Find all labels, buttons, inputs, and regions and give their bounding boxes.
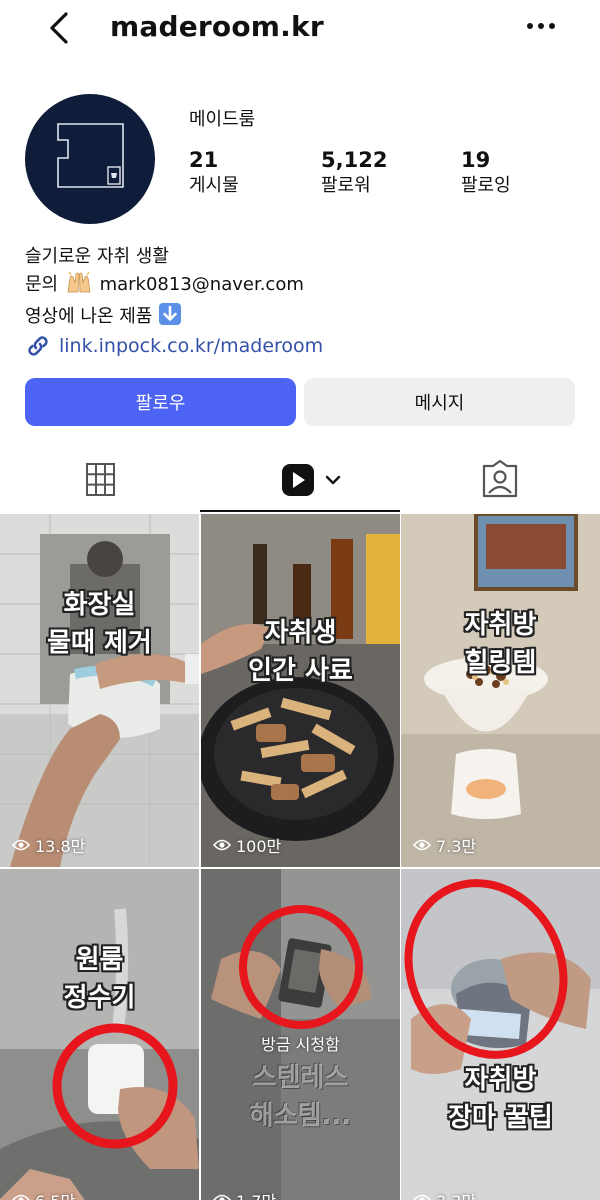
profile-link-text[interactable]: link.inpock.co.kr/maderoom (59, 335, 323, 357)
reel-thumbnail (401, 869, 600, 1200)
link-icon (28, 336, 48, 356)
reel-thumbnail (0, 514, 199, 867)
tagged-person-icon (482, 459, 518, 498)
reel-tile[interactable]: 화장실 물때 제거 13.8만 (0, 514, 199, 867)
reels-play-icon (282, 464, 341, 496)
back-button[interactable] (40, 8, 80, 48)
view-count-value: 3.3만 (436, 1188, 476, 1200)
reel-caption: 자취생 인간 사료 (248, 618, 353, 686)
profile-handle: maderoom.kr (110, 10, 324, 43)
reel-tile[interactable]: 원룸 정수기 6.5만 (0, 869, 199, 1200)
top-bar: maderoom.kr (0, 0, 600, 60)
following-count: 19 (461, 148, 491, 172)
view-count-value: 13.8만 (35, 837, 86, 856)
grid-icon (86, 463, 115, 496)
view-count: 13.8만 (12, 833, 85, 857)
view-count-value: 1.7만 (236, 1188, 276, 1200)
message-button[interactable]: 메시지 (304, 378, 575, 426)
chevron-left-icon (50, 12, 68, 44)
bio-line-2: 문의 mark0813@naver.com (25, 270, 304, 302)
view-count: 7.3만 (413, 833, 476, 857)
following-stat[interactable]: 19 팔로잉 (461, 147, 511, 199)
reel-caption: 자취방 힐링템 (464, 610, 537, 678)
tab-reels[interactable] (200, 448, 400, 512)
view-count: 6.5만 (12, 1188, 75, 1200)
following-label: 팔로잉 (461, 175, 511, 196)
reel-caption: 자취방 장마 꿀팁 (448, 1065, 553, 1133)
eye-icon (213, 1194, 231, 1200)
profile-link[interactable]: link.inpock.co.kr/maderoom (25, 331, 323, 361)
display-name: 메이드룸 (189, 109, 256, 130)
bio-email[interactable]: mark0813@naver.com (100, 274, 304, 295)
eye-icon (213, 839, 231, 851)
avatar[interactable] (25, 94, 155, 224)
followers-count: 5,122 (321, 148, 388, 172)
reel-tile[interactable]: 자취방 장마 꿀팁 3.3만 (401, 869, 600, 1200)
bio-inquiry-label: 문의 (25, 274, 59, 295)
tab-tagged[interactable] (400, 448, 600, 512)
eye-icon (12, 1194, 30, 1200)
eye-icon (413, 1194, 431, 1200)
room-logo-icon (57, 123, 124, 188)
bio-products-label: 영상에 나온 제품 (25, 306, 153, 327)
profile-tabs (0, 448, 600, 512)
view-count-value: 6.5만 (35, 1188, 75, 1200)
eye-icon (413, 839, 431, 851)
bio: 슬기로운 자취 생활 문의 mark0813@naver.com 영상에 나온 … (25, 243, 304, 334)
view-count-value: 7.3만 (436, 837, 477, 856)
reel-caption: 원룸 정수기 (63, 945, 136, 1013)
posts-label: 게시물 (189, 175, 239, 196)
down-arrow-icon (158, 302, 182, 334)
reel-tile[interactable]: 자취생 인간 사료 100만 (201, 514, 400, 867)
more-horizontal-icon (527, 23, 555, 29)
bio-line-1: 슬기로운 자취 생활 (25, 246, 169, 267)
tab-grid[interactable] (0, 448, 200, 512)
reel-tile[interactable]: 자취방 힐링템 7.3만 (401, 514, 600, 867)
reel-thumbnail (201, 514, 400, 867)
reel-caption: 화장실 물때 제거 (47, 590, 152, 658)
bio-line-3: 영상에 나온 제품 (25, 302, 304, 334)
posts-count: 21 (189, 148, 219, 172)
reel-caption: 스텐레스 해소템... (249, 1063, 352, 1131)
view-count: 100만 (213, 833, 281, 857)
raising-hands-icon (64, 270, 94, 302)
eye-icon (12, 839, 30, 851)
view-count-value: 100만 (236, 837, 282, 856)
follow-button[interactable]: 팔로우 (25, 378, 296, 426)
posts-stat[interactable]: 21 게시물 (189, 147, 239, 199)
followers-label: 팔로워 (321, 175, 371, 196)
recently-watched-label: 방금 시청함 (261, 1035, 340, 1054)
reel-tile[interactable]: 방금 시청함 스텐레스 해소템... 1.7만 (201, 869, 400, 1200)
view-count: 3.3만 (413, 1188, 476, 1200)
reels-grid: 화장실 물때 제거 13.8만 자취생 인간 사료 100만 자취방 힐링템 7… (0, 514, 600, 1200)
more-options-button[interactable] (520, 14, 564, 38)
followers-stat[interactable]: 5,122 팔로워 (321, 147, 387, 199)
reel-thumbnail (0, 869, 199, 1200)
reel-thumbnail (401, 514, 600, 867)
active-tab-indicator (200, 510, 400, 512)
view-count: 1.7만 (213, 1188, 276, 1200)
